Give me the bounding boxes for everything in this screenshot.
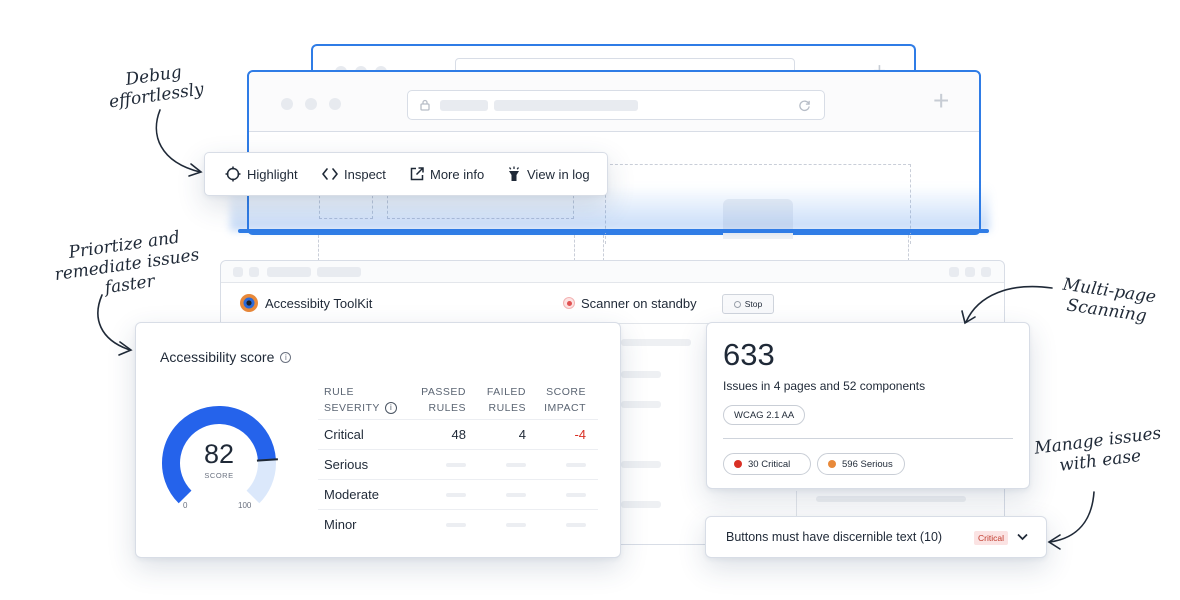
arrow-debug <box>155 109 201 173</box>
arrow-prioritize <box>97 294 131 351</box>
arrow-multipage <box>965 285 1053 323</box>
arrow-manage <box>1049 491 1095 543</box>
annotation-arrows <box>97 109 1095 550</box>
